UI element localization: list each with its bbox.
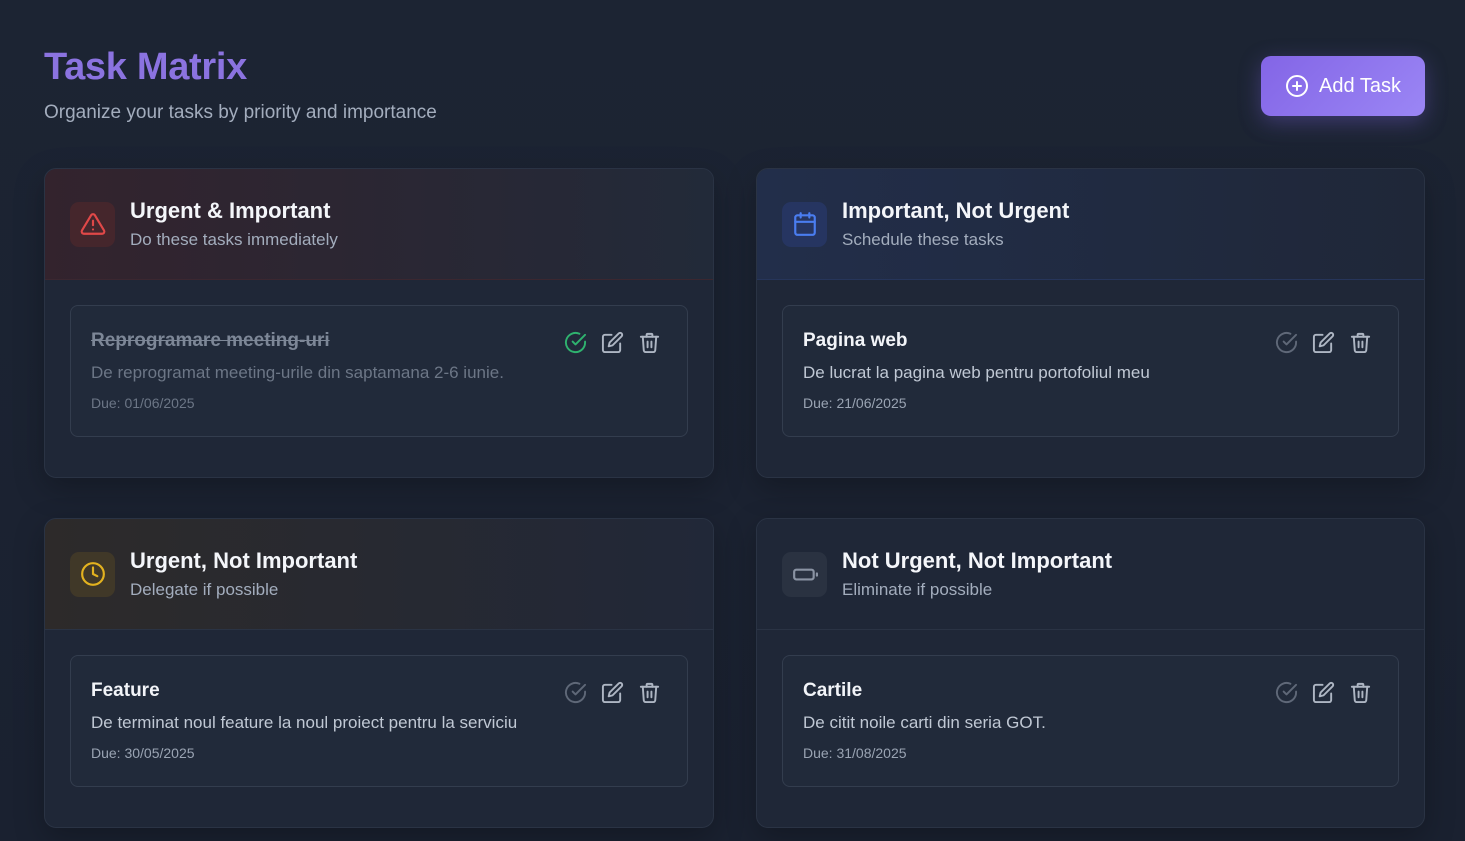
task-actions [1275,681,1372,704]
quadrant-title: Urgent & Important [130,198,331,223]
calendar-icon [782,201,827,247]
quadrant-urgent-important: Urgent & Important Do these tasks immedi… [44,168,714,478]
clock-icon [70,551,115,597]
task-description: De lucrat la pagina web pentru portofoli… [803,363,1150,382]
trash-icon[interactable] [638,331,661,354]
quadrant-subtitle: Do these tasks immediately [130,230,338,249]
task-card[interactable]: Cartile De citit noile carti din seria G… [782,655,1399,787]
edit-icon[interactable] [1312,331,1335,354]
quadrant-important-not-urgent: Important, Not Urgent Schedule these tas… [756,168,1425,478]
battery-icon [782,551,827,597]
task-card[interactable]: Pagina web De lucrat la pagina web pentr… [782,305,1399,437]
task-actions [1275,331,1372,354]
task-due-date: Due: 01/06/2025 [91,395,195,411]
page-title: Task Matrix [44,46,247,88]
task-description: De citit noile carti din seria GOT. [803,713,1046,732]
task-card[interactable]: Feature De terminat noul feature la noul… [70,655,688,787]
quadrant-not-urgent-not-important: Not Urgent, Not Important Eliminate if p… [756,518,1425,828]
quadrant-subtitle: Delegate if possible [130,580,279,599]
trash-icon[interactable] [1349,331,1372,354]
task-matrix-page: Task Matrix Organize your tasks by prior… [0,0,1465,841]
page-subtitle: Organize your tasks by priority and impo… [44,102,437,123]
task-due-date: Due: 30/05/2025 [91,745,195,761]
task-list: Reprogramare meeting-uri De reprogramat … [45,280,713,437]
page-header: Task Matrix Organize your tasks by prior… [44,0,1425,168]
quadrant-title: Not Urgent, Not Important [842,548,1113,573]
trash-icon[interactable] [638,681,661,704]
check-circle-icon[interactable] [1275,681,1298,704]
alert-triangle-icon [70,201,115,247]
check-circle-icon[interactable] [564,331,587,354]
task-card[interactable]: Reprogramare meeting-uri De reprogramat … [70,305,688,437]
task-description: De reprogramat meeting-urile din saptama… [91,363,504,382]
task-list: Cartile De citit noile carti din seria G… [757,630,1424,787]
quadrant-title: Important, Not Urgent [842,198,1070,223]
trash-icon[interactable] [1349,681,1372,704]
check-circle-icon[interactable] [1275,331,1298,354]
task-actions [564,681,661,704]
edit-icon[interactable] [601,331,624,354]
quadrant-header: Urgent, Not Important Delegate if possib… [45,519,713,630]
task-due-date: Due: 31/08/2025 [803,745,907,761]
task-actions [564,331,661,354]
quadrant-header: Not Urgent, Not Important Eliminate if p… [757,519,1424,630]
plus-circle-icon [1285,74,1309,98]
quadrant-header: Urgent & Important Do these tasks immedi… [45,169,713,280]
task-list: Pagina web De lucrat la pagina web pentr… [757,280,1424,437]
quadrant-header: Important, Not Urgent Schedule these tas… [757,169,1424,280]
quadrant-title: Urgent, Not Important [130,548,358,573]
edit-icon[interactable] [601,681,624,704]
task-description: De terminat noul feature la noul proiect… [91,713,518,732]
task-list: Feature De terminat noul feature la noul… [45,630,713,787]
quadrant-urgent-not-important: Urgent, Not Important Delegate if possib… [44,518,714,828]
check-circle-icon[interactable] [564,681,587,704]
quadrant-subtitle: Eliminate if possible [842,580,993,599]
quadrant-subtitle: Schedule these tasks [842,230,1004,249]
task-due-date: Due: 21/06/2025 [803,395,907,411]
add-task-button[interactable]: Add Task [1261,56,1425,116]
priority-grid: Urgent & Important Do these tasks immedi… [44,168,1425,828]
edit-icon[interactable] [1312,681,1335,704]
add-task-label: Add Task [1319,74,1401,97]
